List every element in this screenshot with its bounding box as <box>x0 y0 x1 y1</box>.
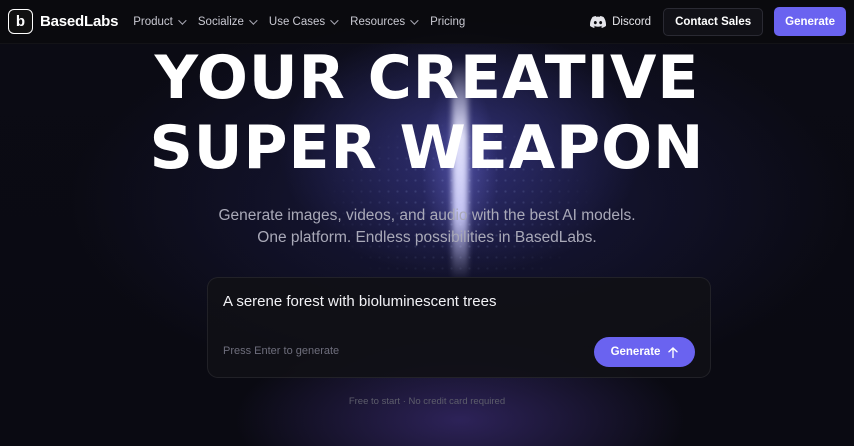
prompt-input[interactable]: A serene forest with bioluminescent tree… <box>223 293 496 310</box>
brand-link[interactable]: b BasedLabs <box>8 9 118 34</box>
hero-headline-line-1: YOUR CREATIVE <box>154 43 700 113</box>
contact-sales-button[interactable]: Contact Sales <box>663 7 764 36</box>
brand-logo-icon: b <box>8 9 33 34</box>
chevron-down-icon <box>330 15 339 25</box>
nav-item-product[interactable]: Product <box>133 15 187 28</box>
nav-menu: Product Socialize Use Cases Resources Pr… <box>133 16 479 28</box>
generate-button-label: Generate <box>610 346 661 358</box>
nav-item-label: Pricing <box>430 15 466 28</box>
chevron-down-icon <box>410 15 419 25</box>
discord-label: Discord <box>612 15 652 28</box>
discord-icon <box>590 15 607 28</box>
nav-item-label: Resources <box>350 15 406 28</box>
nav-item-socialize[interactable]: Socialize <box>197 15 258 28</box>
nav-item-label: Socialize <box>197 15 244 28</box>
arrow-up-icon <box>668 346 679 358</box>
prompt-generate-button[interactable]: Generate <box>594 337 695 367</box>
brand-name: BasedLabs <box>40 13 119 30</box>
hero-subtitle-line-1: Generate images, videos, and audio with … <box>218 207 636 224</box>
chevron-down-icon <box>178 15 187 25</box>
nav-item-pricing[interactable]: Pricing <box>430 16 465 28</box>
prompt-card: A serene forest with bioluminescent tree… <box>207 277 711 378</box>
nav-item-resources[interactable]: Resources <box>350 15 419 28</box>
chevron-down-icon <box>249 15 258 25</box>
hero-subtitle-line-2: One platform. Endless possibilities in B… <box>257 229 597 246</box>
hero-headline-line-2: SUPER WEAPON <box>149 113 705 183</box>
page: b BasedLabs Product Socialize Use Cases … <box>0 0 854 446</box>
nav-item-label: Product <box>133 15 173 28</box>
discord-link[interactable]: Discord <box>590 15 652 28</box>
top-nav: b BasedLabs Product Socialize Use Cases … <box>0 0 854 44</box>
nav-generate-button[interactable]: Generate <box>774 7 846 36</box>
nav-item-use-cases[interactable]: Use Cases <box>268 15 339 28</box>
footnote: Free to start · No credit card required <box>348 396 506 407</box>
prompt-hint: Press Enter to generate <box>223 345 340 357</box>
nav-actions: Discord Contact Sales Generate <box>590 7 846 36</box>
nav-item-label: Use Cases <box>268 15 326 28</box>
